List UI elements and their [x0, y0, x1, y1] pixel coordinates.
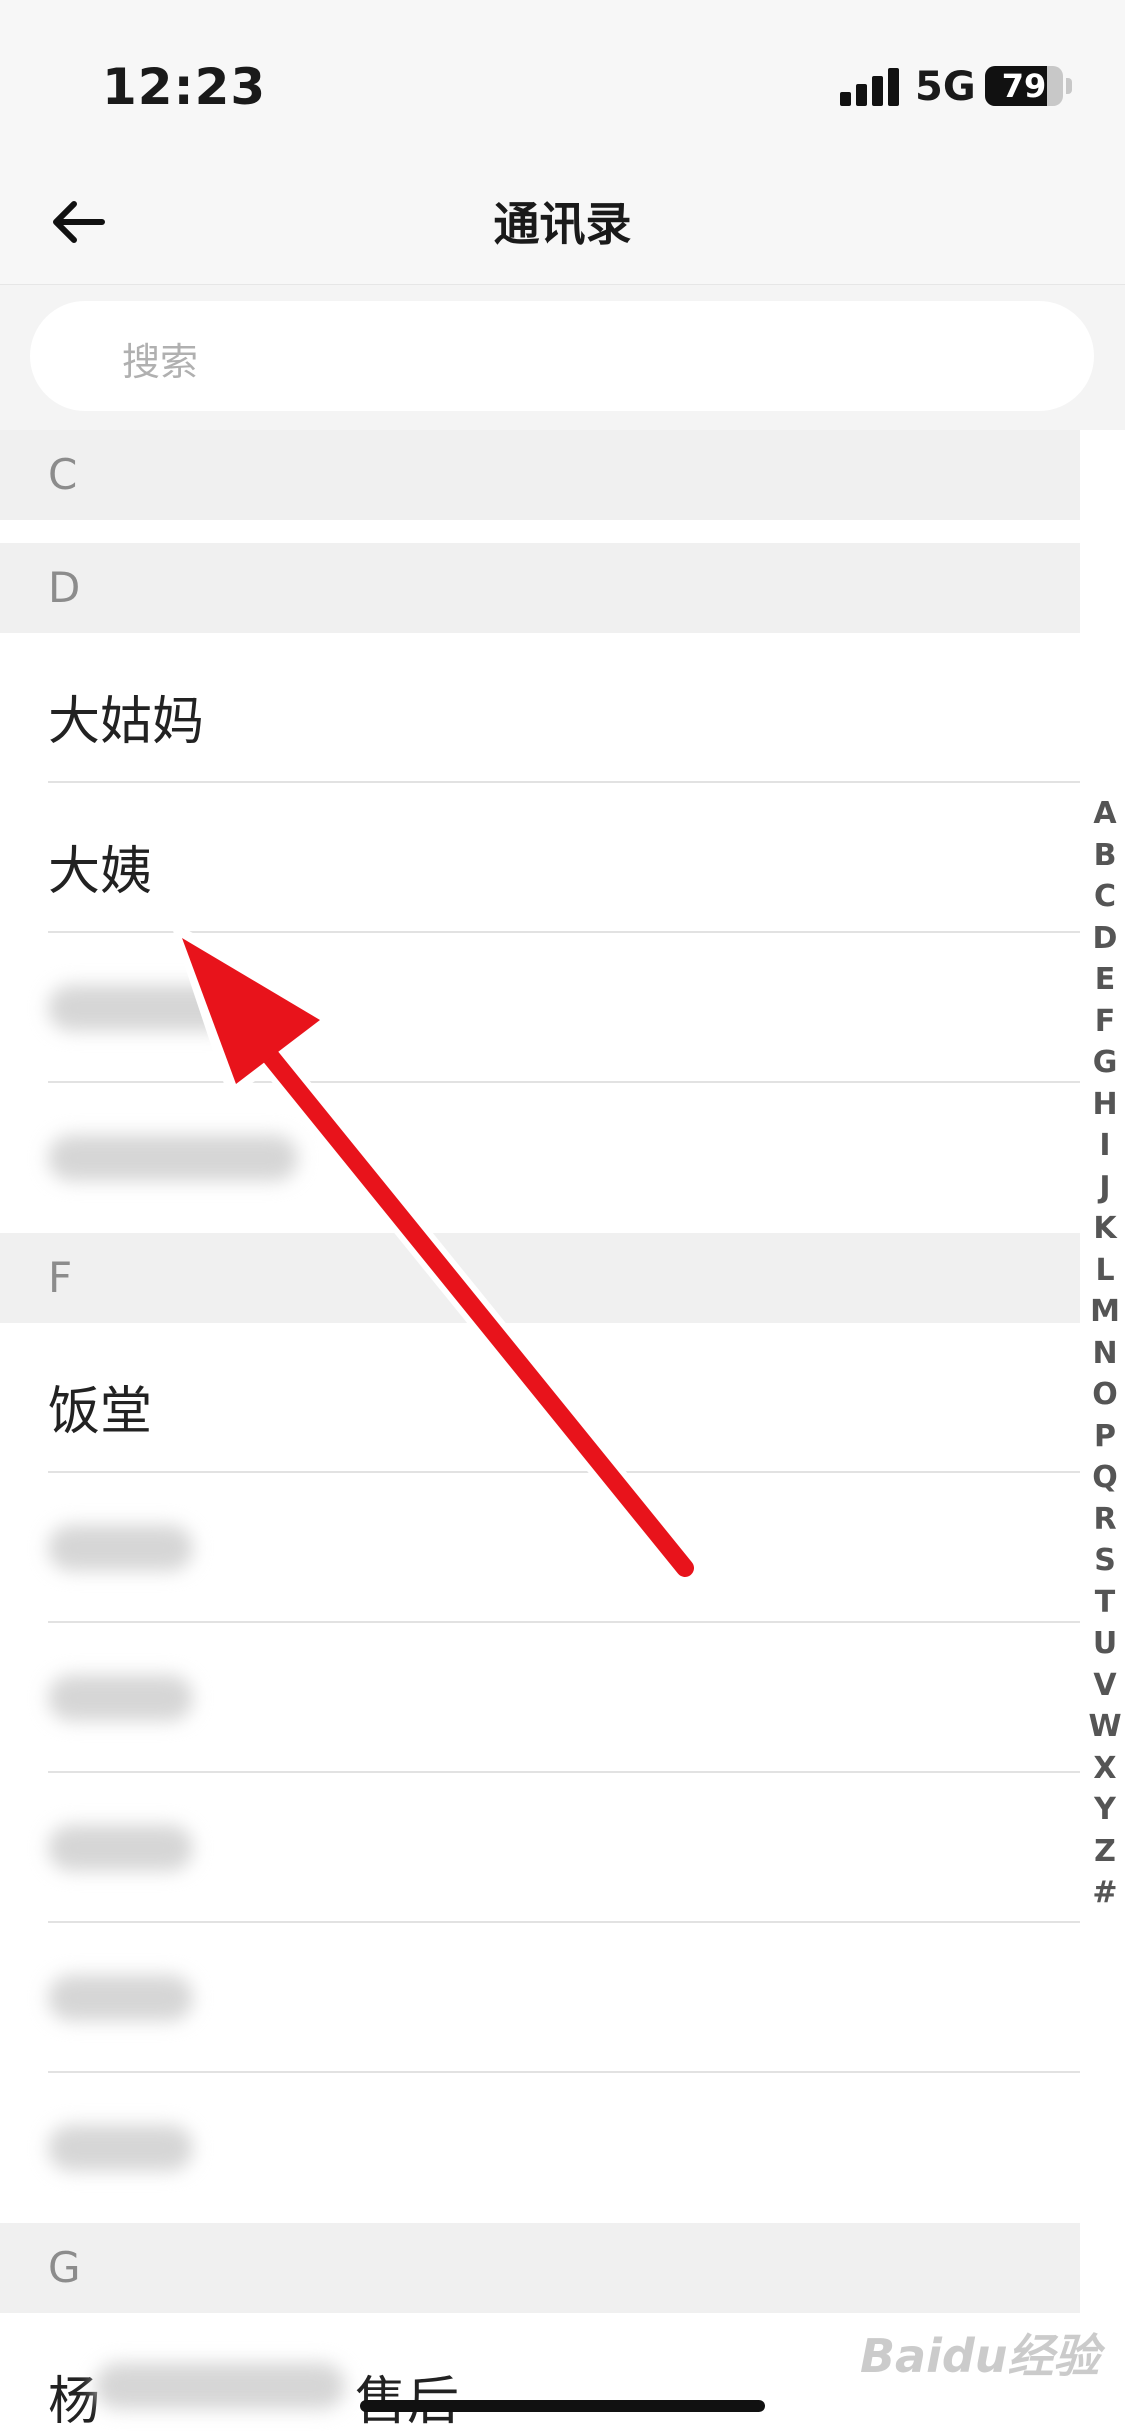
- search-input[interactable]: 搜索: [30, 301, 1094, 411]
- blurred-contact-name: [48, 2125, 193, 2171]
- index-letter[interactable]: U: [1085, 1623, 1125, 1665]
- index-letter[interactable]: F: [1085, 1001, 1125, 1043]
- contact-row[interactable]: [0, 1773, 1080, 1923]
- index-letter[interactable]: R: [1085, 1499, 1125, 1541]
- index-letter[interactable]: M: [1085, 1291, 1125, 1333]
- index-letter[interactable]: D: [1085, 918, 1125, 960]
- index-letter[interactable]: N: [1085, 1333, 1125, 1375]
- index-letter[interactable]: Y: [1085, 1789, 1125, 1831]
- section-letter: G: [48, 2243, 81, 2292]
- signal-icon: [840, 66, 900, 106]
- contact-name: 大姨: [48, 842, 153, 902]
- contact-name-suffix: 售后: [355, 2359, 459, 2434]
- blurred-contact-name: [95, 2363, 345, 2409]
- blurred-contact-name: [48, 1135, 298, 1181]
- index-letter[interactable]: J: [1085, 1167, 1125, 1209]
- index-letter[interactable]: K: [1085, 1208, 1125, 1250]
- contact-row[interactable]: [0, 1623, 1080, 1773]
- blurred-contact-name: [48, 1525, 193, 1571]
- section-letter: D: [48, 563, 81, 612]
- index-letter[interactable]: L: [1085, 1250, 1125, 1292]
- section-header-g: G: [0, 2223, 1080, 2313]
- nav-bar: 通讯录: [0, 160, 1125, 285]
- index-letter[interactable]: Z: [1085, 1831, 1125, 1873]
- index-letter[interactable]: Q: [1085, 1457, 1125, 1499]
- watermark-logo: Baidu经验: [860, 2329, 1100, 2383]
- index-letter[interactable]: C: [1085, 876, 1125, 918]
- contact-name: 饭堂: [48, 1382, 153, 1442]
- alphabet-index[interactable]: A B C D E F G H I J K L M N O P Q R S T …: [1085, 793, 1125, 1914]
- index-letter[interactable]: B: [1085, 835, 1125, 877]
- home-indicator[interactable]: [360, 2400, 765, 2412]
- contact-name: 大姑妈: [48, 692, 205, 752]
- battery-icon: 79: [985, 66, 1063, 106]
- network-type: 5G: [915, 64, 976, 110]
- search-placeholder: 搜索: [122, 340, 199, 384]
- section-letter: C: [48, 450, 78, 499]
- blurred-contact-name: [48, 1675, 193, 1721]
- index-letter[interactable]: #: [1085, 1872, 1125, 1914]
- index-letter[interactable]: G: [1085, 1042, 1125, 1084]
- index-letter[interactable]: S: [1085, 1540, 1125, 1582]
- contact-row[interactable]: [0, 1473, 1080, 1623]
- blurred-contact-name: [48, 985, 238, 1031]
- status-bar: 12:23 5G 79: [0, 0, 1125, 160]
- contact-row[interactable]: [0, 2073, 1080, 2223]
- index-letter[interactable]: T: [1085, 1582, 1125, 1624]
- index-letter[interactable]: O: [1085, 1374, 1125, 1416]
- contact-row[interactable]: [0, 933, 1080, 1083]
- search-container: 搜索: [0, 285, 1125, 430]
- index-letter[interactable]: E: [1085, 959, 1125, 1001]
- contact-row[interactable]: 饭堂: [0, 1323, 1080, 1473]
- index-letter[interactable]: V: [1085, 1665, 1125, 1707]
- section-header-d: D: [0, 543, 1080, 633]
- battery-level: 79: [1001, 67, 1047, 105]
- blurred-contact-name: [48, 1825, 193, 1871]
- index-letter[interactable]: W: [1085, 1706, 1125, 1748]
- battery-cap: [1066, 78, 1072, 94]
- section-header-f: F: [0, 1233, 1080, 1323]
- index-letter[interactable]: X: [1085, 1748, 1125, 1790]
- index-letter[interactable]: A: [1085, 793, 1125, 835]
- section-letter: F: [48, 1253, 73, 1302]
- contact-row[interactable]: 大姨: [0, 783, 1080, 933]
- contact-row[interactable]: [0, 1923, 1080, 2073]
- contact-name: 杨: [48, 2372, 101, 2432]
- section-header-c: C: [0, 430, 1080, 520]
- index-letter[interactable]: I: [1085, 1125, 1125, 1167]
- status-time: 12:23: [102, 58, 267, 116]
- index-letter[interactable]: H: [1085, 1084, 1125, 1126]
- contact-row[interactable]: 大姑妈: [0, 633, 1080, 783]
- index-letter[interactable]: P: [1085, 1416, 1125, 1458]
- blurred-contact-name: [48, 1975, 193, 2021]
- contact-row[interactable]: [0, 1083, 1080, 1233]
- page-title: 通讯录: [493, 197, 632, 251]
